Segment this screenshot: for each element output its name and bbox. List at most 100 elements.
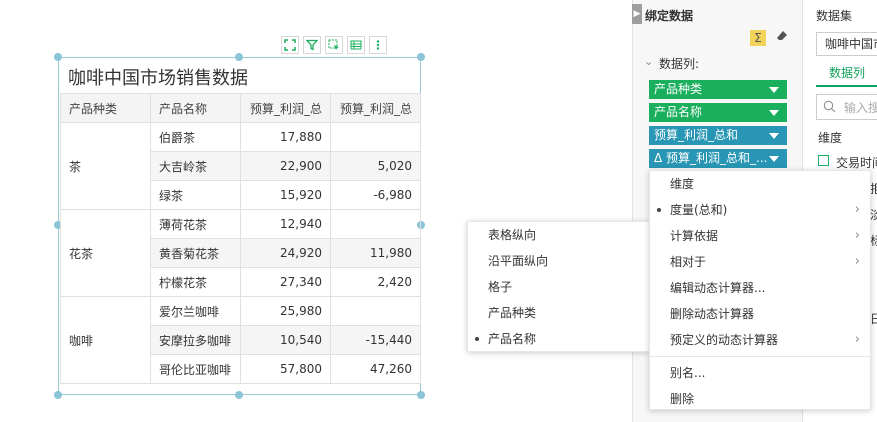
table-row[interactable]: 咖啡 爱尔兰咖啡 25,980 xyxy=(60,296,421,384)
binding-pill-profit-sum[interactable]: 预算_利润_总和 xyxy=(649,126,787,145)
value-cell[interactable]: 57,800 xyxy=(240,354,331,384)
category-cell[interactable]: 茶 xyxy=(60,122,151,210)
product-cell[interactable]: 柠檬花茶 xyxy=(150,267,241,297)
menu-item-cell[interactable]: 格子 xyxy=(468,274,649,300)
delta-icon: Δ xyxy=(654,151,663,165)
tree-item-partial[interactable]: 标 xyxy=(870,232,877,249)
select-icon[interactable] xyxy=(325,36,343,54)
table-row[interactable]: 花茶 薄荷花茶 12,940 xyxy=(60,209,421,297)
resize-handle[interactable] xyxy=(54,53,62,61)
caret-down-icon[interactable] xyxy=(769,87,779,93)
product-cell[interactable]: 安摩拉多咖啡 xyxy=(150,325,241,355)
value-cell[interactable]: 5,020 xyxy=(330,151,421,181)
value-cell[interactable]: -15,440 xyxy=(330,325,421,355)
menu-item-label: 预定义的动态计算器 xyxy=(670,333,779,347)
product-cell[interactable]: 伯爵茶 xyxy=(150,122,241,152)
menu-item-label: 产品种类 xyxy=(488,306,537,320)
value-cell[interactable]: 2,420 xyxy=(330,267,421,297)
value-cell[interactable]: 10,540 xyxy=(240,325,331,355)
menu-item-label: 计算依据 xyxy=(670,229,719,243)
table-icon[interactable] xyxy=(347,36,365,54)
filter-icon[interactable] xyxy=(303,36,321,54)
search-field[interactable]: 输入搜 xyxy=(816,94,877,120)
dataset-select[interactable]: 咖啡中国市 xyxy=(816,32,877,56)
value-cell[interactable] xyxy=(330,122,421,152)
menu-item-label: 相对于 xyxy=(670,255,707,269)
resize-handle[interactable] xyxy=(417,53,425,61)
product-cell[interactable]: 大吉岭茶 xyxy=(150,151,241,181)
menu-item-label: 产品名称 xyxy=(488,332,537,346)
menu-item-edit-calculator[interactable]: 编辑动态计算器... xyxy=(650,275,870,301)
value-cell[interactable] xyxy=(330,209,421,239)
menu-item-label: 别名... xyxy=(670,366,706,380)
binding-pill-product-name[interactable]: 产品名称 xyxy=(649,103,787,122)
tree-item-partial[interactable]: 拒 xyxy=(870,180,877,197)
value-cell[interactable]: 11,980 xyxy=(330,238,421,268)
data-columns-label: 数据列: xyxy=(659,57,700,71)
selected-dot-icon xyxy=(657,208,661,212)
caret-down-icon[interactable] xyxy=(769,133,779,139)
category-cell[interactable]: 咖啡 xyxy=(60,296,151,384)
column-header[interactable]: 产品名称 xyxy=(150,93,241,123)
maximize-icon[interactable] xyxy=(281,36,299,54)
chevron-right-icon: › xyxy=(854,254,860,269)
value-cell[interactable]: 24,920 xyxy=(240,238,331,268)
value-cell[interactable]: -6,980 xyxy=(330,180,421,210)
resize-handle[interactable] xyxy=(235,53,243,61)
eraser-icon[interactable] xyxy=(776,30,790,46)
menu-item-relative-to[interactable]: 相对于 › xyxy=(650,249,870,275)
sigma-icon[interactable]: Σ xyxy=(750,30,766,46)
menu-item-measure[interactable]: 度量(总和) › xyxy=(650,197,870,223)
crosstab-table: 产品种类 产品名称 预算_利润_总 预算_利润_总 茶 伯爵茶 17,880 大… xyxy=(60,93,421,384)
table-row[interactable]: 茶 伯爵茶 17,880 xyxy=(60,122,421,210)
binding-pill-profit-sum-delta[interactable]: Δ 预算_利润_总和_... xyxy=(649,149,787,168)
column-header[interactable]: 预算_利润_总 xyxy=(330,93,421,123)
value-cell[interactable]: 17,880 xyxy=(240,122,331,152)
product-cell[interactable]: 哥伦比亚咖啡 xyxy=(150,354,241,384)
resize-handle[interactable] xyxy=(235,391,243,399)
pill-label: 产品名称 xyxy=(654,105,703,119)
tree-item-date[interactable]: 交易时间 xyxy=(836,154,877,171)
more-icon[interactable] xyxy=(369,36,387,54)
value-cell[interactable]: 25,980 xyxy=(240,296,331,326)
caret-down-icon[interactable] xyxy=(769,110,779,116)
menu-item-delete[interactable]: 删除 xyxy=(650,386,870,412)
value-cell[interactable] xyxy=(330,296,421,326)
value-cell[interactable]: 47,260 xyxy=(330,354,421,384)
menu-item-delete-calculator[interactable]: 删除动态计算器 xyxy=(650,301,870,327)
tab-data-columns[interactable]: 数据列 xyxy=(829,64,865,81)
product-cell[interactable]: 爱尔兰咖啡 xyxy=(150,296,241,326)
menu-item-table-vertical[interactable]: 表格纵向 xyxy=(468,222,649,248)
column-header[interactable]: 预算_利润_总 xyxy=(240,93,331,123)
menu-item-compute-by[interactable]: 计算依据 › xyxy=(650,223,870,249)
menu-item-product-name[interactable]: 产品名称 xyxy=(468,326,649,352)
menu-item-dimension[interactable]: 维度 xyxy=(650,171,870,197)
binding-pill-product-type[interactable]: 产品种类 xyxy=(649,80,787,99)
table-header-row: 产品种类 产品名称 预算_利润_总 预算_利润_总 xyxy=(60,93,421,123)
menu-item-label: 编辑动态计算器... xyxy=(670,281,766,295)
tree-item-partial[interactable]: 淡 xyxy=(870,206,877,223)
resize-handle[interactable] xyxy=(54,391,62,399)
menu-item-plane-vertical[interactable]: 沿平面纵向 xyxy=(468,248,649,274)
product-cell[interactable]: 黄香菊花茶 xyxy=(150,238,241,268)
pill-label: 产品种类 xyxy=(654,82,703,96)
caret-down-icon[interactable] xyxy=(769,156,779,162)
product-cell[interactable]: 薄荷花茶 xyxy=(150,209,241,239)
chevron-down-icon[interactable]: ⌄ xyxy=(644,55,653,68)
menu-item-product-type[interactable]: 产品种类 xyxy=(468,300,649,326)
value-cell[interactable]: 12,940 xyxy=(240,209,331,239)
value-cell[interactable]: 27,340 xyxy=(240,267,331,297)
pill-label: 预算_利润_总和 xyxy=(654,128,739,142)
value-cell[interactable]: 22,900 xyxy=(240,151,331,181)
column-header[interactable]: 产品种类 xyxy=(60,93,151,123)
search-icon xyxy=(823,100,836,116)
menu-item-predefined-calculator[interactable]: 预定义的动态计算器 › xyxy=(650,327,870,353)
resize-handle[interactable] xyxy=(417,391,425,399)
value-cell[interactable]: 15,920 xyxy=(240,180,331,210)
menu-item-alias[interactable]: 别名... xyxy=(650,360,870,386)
chevron-right-icon: › xyxy=(854,228,860,243)
category-cell[interactable]: 花茶 xyxy=(60,209,151,297)
collapse-panel-button[interactable]: ▶ xyxy=(632,4,642,24)
product-cell[interactable]: 绿茶 xyxy=(150,180,241,210)
tree-item-partial[interactable]: 日 xyxy=(870,310,877,327)
